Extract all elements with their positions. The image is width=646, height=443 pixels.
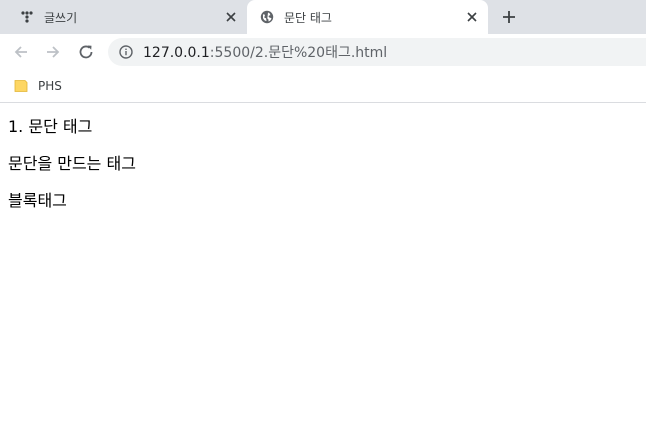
bookmark-label: PHS xyxy=(38,79,62,93)
new-tab-button[interactable] xyxy=(499,7,519,27)
paragraph-1: 문단을 만드는 태그 xyxy=(8,154,136,173)
url-text: 127.0.0.1:5500/2.문단%20태그.html xyxy=(143,42,387,62)
reload-icon xyxy=(79,45,93,59)
globe-icon xyxy=(259,9,275,25)
paragraph-2: 블록태그 xyxy=(8,191,67,210)
folder-icon xyxy=(14,79,28,93)
arrow-left-icon xyxy=(14,46,27,58)
page-heading: 1. 문단 태그 xyxy=(8,117,93,136)
arrow-right-icon xyxy=(47,46,60,58)
forward-button[interactable] xyxy=(41,40,65,64)
tab-paragraph-tag[interactable]: 문단 태그 xyxy=(247,0,488,34)
bookmarks-bar: PHS xyxy=(0,70,646,103)
tab-title: 글쓰기 xyxy=(44,10,78,25)
close-tab-icon[interactable] xyxy=(223,9,239,25)
reload-button[interactable] xyxy=(74,40,98,64)
dots-favicon-icon xyxy=(19,9,35,25)
page-content: 1. 문단 태그 문단을 만드는 태그 블록태그 xyxy=(0,103,646,443)
url-path: :5500/2.문단%20태그.html xyxy=(209,45,388,61)
tab-writing[interactable]: 글쓰기 xyxy=(0,0,247,34)
bookmark-folder-phs[interactable]: PHS xyxy=(14,76,62,96)
tab-strip: 글쓰기 문단 태그 xyxy=(0,0,646,34)
address-bar[interactable]: 127.0.0.1:5500/2.문단%20태그.html xyxy=(108,38,646,66)
url-host: 127.0.0.1 xyxy=(143,45,210,61)
info-icon[interactable] xyxy=(118,44,134,60)
plus-icon xyxy=(503,11,515,23)
tab-title: 문단 태그 xyxy=(284,10,332,25)
close-tab-icon[interactable] xyxy=(464,9,480,25)
back-button[interactable] xyxy=(9,40,33,64)
browser-toolbar: 127.0.0.1:5500/2.문단%20태그.html xyxy=(0,34,646,70)
